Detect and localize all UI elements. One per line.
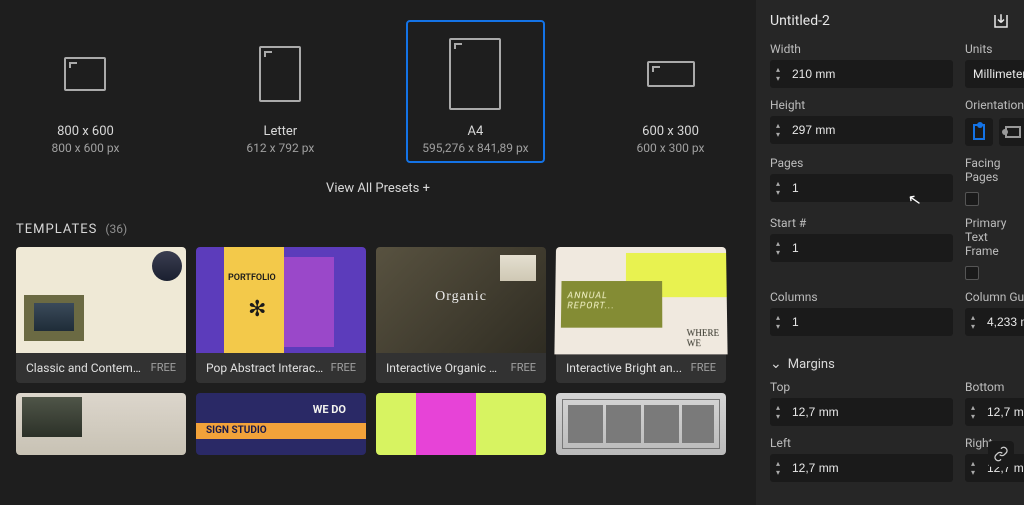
template-card[interactable] [196,393,366,455]
stepper-arrows-icon[interactable]: ▴▾ [770,308,786,336]
height-label: Height [770,98,953,112]
facing-pages-checkbox[interactable] [965,192,979,206]
width-stepper[interactable]: ▴▾ [770,60,953,88]
units-select[interactable]: Millimeters ⌄ [965,60,1024,88]
landscape-icon [1005,126,1021,138]
preset-dims: 595,276 x 841,89 px [422,141,528,155]
column-gutter-stepper[interactable]: ▴▾ [965,308,1024,336]
template-price: FREE [691,361,716,375]
link-margins-icon[interactable] [988,441,1014,467]
pages-input[interactable] [786,174,953,202]
template-card[interactable] [556,393,726,455]
height-input[interactable] [786,116,953,144]
template-card[interactable] [16,393,186,455]
page-icon [647,61,695,87]
page-icon [64,57,106,91]
templates-count: (36) [105,222,127,236]
template-thumbnail [196,247,366,353]
stepper-arrows-icon[interactable]: ▴▾ [770,454,786,482]
start-number-stepper[interactable]: ▴▾ [770,234,953,262]
margin-left-label: Left [770,436,953,450]
stepper-arrows-icon[interactable]: ▴▾ [770,116,786,144]
stepper-arrows-icon[interactable]: ▴▾ [770,60,786,88]
page-icon [259,46,301,102]
preset-name: Letter [264,124,298,139]
templates-row-2 [16,393,740,455]
stepper-arrows-icon[interactable]: ▴▾ [965,454,981,482]
facing-pages-label: Facing Pages [965,156,1010,184]
template-card[interactable]: Interactive Organic B... FREE [376,247,546,383]
presets-row: 800 x 600 800 x 600 px Letter 612 x 792 … [16,0,740,163]
margin-top-label: Top [770,380,953,394]
margin-left-stepper[interactable]: ▴▾ [770,454,953,482]
pages-label: Pages [770,156,953,170]
page-icon [449,38,501,110]
template-card[interactable]: Pop Abstract Interact... FREE [196,247,366,383]
template-thumbnail [16,247,186,353]
orientation-label: Orientation [965,98,1024,112]
margin-bottom-input[interactable] [981,398,1024,426]
column-gutter-label: Column Gutter [965,290,1024,304]
stepper-arrows-icon[interactable]: ▴▾ [770,398,786,426]
margin-bottom-label: Bottom [965,380,1024,394]
preset-name: 800 x 600 [57,124,114,139]
width-input[interactable] [786,60,953,88]
templates-heading: TEMPLATES (36) [16,222,740,237]
document-title[interactable]: Untitled-2 [770,13,830,29]
template-card[interactable]: Interactive Bright an... FREE [556,247,726,383]
template-price: FREE [151,361,176,375]
templates-label: TEMPLATES [16,222,97,237]
margin-top-stepper[interactable]: ▴▾ [770,398,953,426]
units-value: Millimeters [973,67,1024,81]
stepper-arrows-icon[interactable]: ▴▾ [965,398,981,426]
template-card[interactable] [376,393,546,455]
margins-section-toggle[interactable]: Margins [770,356,1010,372]
template-title: Classic and Contemp... [26,361,144,375]
template-title: Pop Abstract Interact... [206,361,324,375]
template-thumbnail [376,247,546,353]
primary-text-frame-checkbox[interactable] [965,266,979,280]
columns-label: Columns [770,290,953,304]
template-price: FREE [331,361,356,375]
start-number-input[interactable] [786,234,953,262]
templates-row-1: Classic and Contemp... FREE Pop Abstract… [16,247,740,383]
orientation-portrait-button[interactable] [965,118,993,146]
preset-name: 600 x 300 [642,124,699,139]
units-label: Units [965,42,1024,56]
margin-top-input[interactable] [786,398,953,426]
height-stepper[interactable]: ▴▾ [770,116,953,144]
preset-letter[interactable]: Letter 612 x 792 px [211,20,350,163]
portrait-icon [973,124,985,140]
preset-800x600[interactable]: 800 x 600 800 x 600 px [16,20,155,163]
pages-stepper[interactable]: ▴▾ [770,174,953,202]
template-title: Interactive Bright an... [566,361,682,375]
preset-name: A4 [468,124,484,139]
stepper-arrows-icon[interactable]: ▴▾ [770,234,786,262]
import-preset-icon[interactable] [992,12,1010,30]
columns-input[interactable] [786,308,953,336]
column-gutter-input[interactable] [981,308,1024,336]
preset-a4[interactable]: A4 595,276 x 841,89 px [406,20,545,163]
columns-stepper[interactable]: ▴▾ [770,308,953,336]
start-number-label: Start # [770,216,953,230]
template-title: Interactive Organic B... [386,361,504,375]
template-thumbnail [554,247,727,354]
preset-600x300[interactable]: 600 x 300 600 x 300 px [601,20,740,163]
presets-and-templates-panel: 800 x 600 800 x 600 px Letter 612 x 792 … [0,0,756,505]
margin-bottom-stepper[interactable]: ▴▾ [965,398,1024,426]
margin-left-input[interactable] [786,454,953,482]
document-properties-panel: Untitled-2 Width ▴▾ Units Millimeters ⌄ … [756,0,1024,505]
preset-dims: 612 x 792 px [246,141,314,155]
view-all-presets-link[interactable]: View All Presets + [16,181,740,196]
preset-dims: 600 x 300 px [637,141,705,155]
primary-text-frame-label: Primary Text Frame [965,216,1010,258]
template-card[interactable]: Classic and Contemp... FREE [16,247,186,383]
stepper-arrows-icon[interactable]: ▴▾ [965,308,981,336]
width-label: Width [770,42,953,56]
stepper-arrows-icon[interactable]: ▴▾ [770,174,786,202]
template-price: FREE [511,361,536,375]
preset-dims: 800 x 600 px [51,141,119,155]
orientation-landscape-button[interactable] [999,118,1024,146]
